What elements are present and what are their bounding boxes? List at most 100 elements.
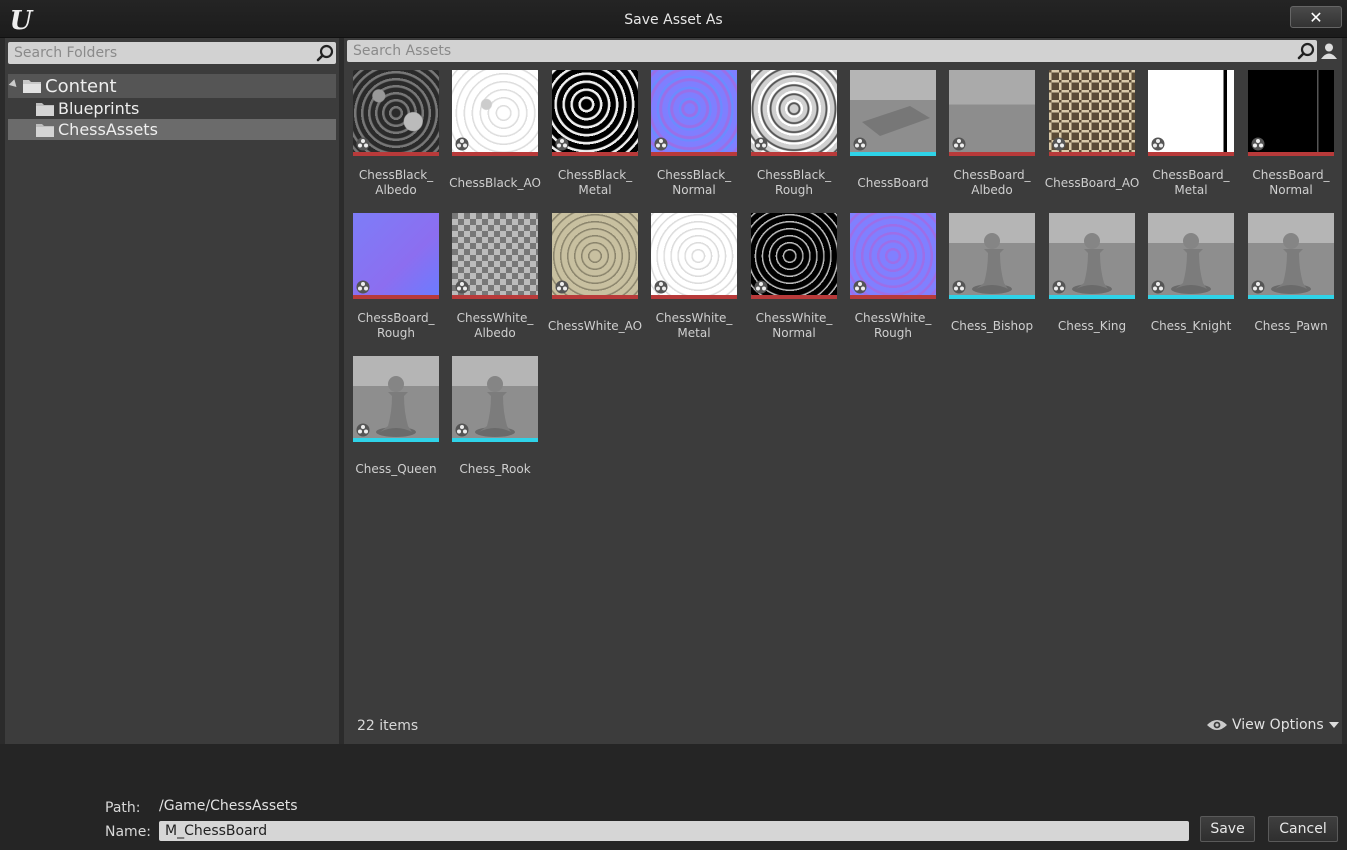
asset-thumbnail[interactable] xyxy=(452,213,538,299)
asset-name: Chess_Rook xyxy=(459,462,531,476)
asset-tile[interactable]: ChessBoard_ Normal xyxy=(1248,70,1334,210)
asset-name: ChessBoard_ Rough xyxy=(357,311,435,340)
asset-type-badge-icon xyxy=(455,137,469,151)
asset-type-badge-icon xyxy=(455,423,469,437)
asset-name: Chess_Knight xyxy=(1150,319,1232,333)
asset-tile[interactable]: Chess_Bishop xyxy=(949,213,1035,353)
expand-arrow-icon[interactable] xyxy=(8,79,20,90)
asset-type-bar xyxy=(1248,295,1334,299)
asset-thumbnail[interactable] xyxy=(1248,213,1334,299)
asset-type-bar xyxy=(949,295,1035,299)
asset-thumbnail[interactable] xyxy=(452,356,538,442)
asset-tile[interactable]: ChessBlack_ Normal xyxy=(651,70,737,210)
asset-name-input[interactable] xyxy=(159,821,1189,841)
asset-thumbnail[interactable] xyxy=(353,356,439,442)
path-label: Path: xyxy=(105,800,141,816)
asset-type-badge-icon xyxy=(356,423,370,437)
asset-tile[interactable]: ChessBlack_ Albedo xyxy=(353,70,439,210)
search-folders-input[interactable] xyxy=(8,42,336,64)
asset-type-badge-icon xyxy=(853,280,867,294)
search-folders-box xyxy=(8,42,336,64)
asset-thumbnail[interactable] xyxy=(1248,70,1334,156)
tree-item-chessassets[interactable]: ChessAssets xyxy=(8,119,336,140)
search-assets-box xyxy=(347,40,1317,62)
asset-type-badge-icon xyxy=(1052,280,1066,294)
asset-tile[interactable]: ChessBoard_ Albedo xyxy=(949,70,1035,210)
asset-tile[interactable]: ChessWhite_ Metal xyxy=(651,213,737,353)
asset-thumbnail[interactable] xyxy=(949,70,1035,156)
asset-thumbnail[interactable] xyxy=(1049,70,1135,156)
asset-thumbnail[interactable] xyxy=(651,213,737,299)
asset-thumbnail[interactable] xyxy=(1148,70,1234,156)
asset-name: ChessBoard_ Normal xyxy=(1252,168,1330,197)
asset-tile[interactable]: ChessWhite_ Albedo xyxy=(452,213,538,353)
asset-tile[interactable]: ChessBlack_ Metal xyxy=(552,70,638,210)
asset-type-badge-icon xyxy=(356,137,370,151)
search-icon[interactable] xyxy=(316,44,334,62)
asset-type-badge-icon xyxy=(754,137,768,151)
asset-tile[interactable]: Chess_Knight xyxy=(1148,213,1234,353)
asset-name: ChessBoard xyxy=(857,176,929,190)
asset-thumbnail[interactable] xyxy=(751,70,837,156)
close-button[interactable]: ✕ xyxy=(1290,6,1342,28)
tree-item-blueprints[interactable]: Blueprints xyxy=(8,98,336,119)
asset-thumbnail[interactable] xyxy=(552,213,638,299)
asset-type-badge-icon xyxy=(1052,137,1066,151)
asset-type-bar xyxy=(1049,295,1135,299)
asset-name: ChessWhite_ Rough xyxy=(854,311,932,340)
asset-name: ChessWhite_ Albedo xyxy=(456,311,534,340)
save-button[interactable]: Save xyxy=(1200,816,1255,842)
asset-type-bar xyxy=(353,152,439,156)
search-assets-input[interactable] xyxy=(347,40,1317,62)
asset-tile[interactable]: ChessBoard xyxy=(850,70,936,210)
user-icon[interactable] xyxy=(1320,42,1338,60)
asset-tile[interactable]: ChessBlack_AO xyxy=(449,70,541,210)
asset-thumbnail[interactable] xyxy=(1049,213,1135,299)
asset-name: ChessWhite_ Normal xyxy=(755,311,833,340)
asset-tile[interactable]: Chess_Pawn xyxy=(1248,213,1334,353)
tree-item-content[interactable]: Content xyxy=(8,74,336,98)
asset-type-bar xyxy=(353,438,439,442)
item-count: 22 items xyxy=(357,718,419,734)
search-icon[interactable] xyxy=(1297,42,1315,60)
tree-label-content: Content xyxy=(45,75,117,97)
asset-thumbnail[interactable] xyxy=(452,70,538,156)
asset-name: ChessBoard_ Albedo xyxy=(953,168,1031,197)
cancel-button[interactable]: Cancel xyxy=(1268,816,1338,842)
asset-type-bar xyxy=(949,152,1035,156)
asset-type-badge-icon xyxy=(1151,280,1165,294)
asset-type-bar xyxy=(552,152,638,156)
asset-tile[interactable]: Chess_King xyxy=(1049,213,1135,353)
asset-name: Chess_Queen xyxy=(355,462,437,476)
asset-thumbnail[interactable] xyxy=(751,213,837,299)
title-bar: U Save Asset As ✕ xyxy=(0,0,1347,38)
asset-type-bar xyxy=(850,295,936,299)
asset-type-bar xyxy=(452,152,538,156)
asset-thumbnail[interactable] xyxy=(353,213,439,299)
asset-type-bar xyxy=(751,152,837,156)
asset-type-badge-icon xyxy=(555,280,569,294)
asset-thumbnail[interactable] xyxy=(651,70,737,156)
asset-tile[interactable]: ChessBoard_ Metal xyxy=(1148,70,1234,210)
asset-thumbnail[interactable] xyxy=(552,70,638,156)
asset-thumbnail[interactable] xyxy=(850,213,936,299)
asset-type-bar xyxy=(452,438,538,442)
asset-tile[interactable]: ChessBlack_ Rough xyxy=(751,70,837,210)
asset-type-bar xyxy=(751,295,837,299)
asset-name: ChessBlack_ Rough xyxy=(756,168,832,197)
asset-thumbnail[interactable] xyxy=(353,70,439,156)
asset-tile[interactable]: ChessWhite_ Normal xyxy=(751,213,837,353)
asset-tile[interactable]: ChessWhite_AO xyxy=(548,213,642,353)
asset-name: ChessBlack_ Albedo xyxy=(358,168,434,197)
asset-name: ChessWhite_AO xyxy=(547,319,643,333)
asset-thumbnail[interactable] xyxy=(1148,213,1234,299)
asset-tile[interactable]: ChessBoard_ Rough xyxy=(353,213,439,353)
asset-thumbnail[interactable] xyxy=(949,213,1035,299)
asset-tile[interactable]: Chess_Rook xyxy=(452,356,538,496)
view-options-button[interactable]: View Options xyxy=(1206,717,1339,733)
asset-tile[interactable]: ChessWhite_ Rough xyxy=(850,213,936,353)
asset-tile[interactable]: Chess_Queen xyxy=(353,356,439,496)
asset-type-badge-icon xyxy=(1151,137,1165,151)
asset-thumbnail[interactable] xyxy=(850,70,936,156)
asset-tile[interactable]: ChessBoard_AO xyxy=(1045,70,1139,210)
